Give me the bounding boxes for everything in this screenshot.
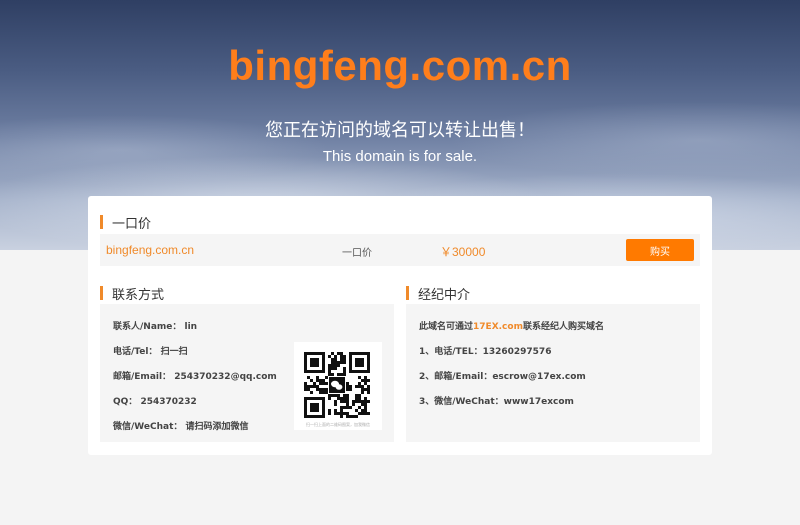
broker-intro-pre: 此域名可通过 <box>419 322 474 332</box>
heading-accent-bar <box>100 286 103 300</box>
sale-card: 一口价 bingfeng.com.cn 一口价 ￥30000 购买 联系方式 经… <box>88 196 712 455</box>
contact-name-line: 联系人/Name： lin <box>113 319 197 332</box>
sale-notice-cn: 您正在访问的域名可以转让出售！ <box>265 120 535 141</box>
contact-tel-label: 电话/Tel： <box>113 347 158 357</box>
qr-caption: 扫一扫上面的二维码图案，加我微信 <box>306 422 370 427</box>
contact-panel: 联系人/Name： lin 电话/Tel： 扫一扫 邮箱/Email： 2543… <box>100 304 394 442</box>
broker-tel-line: 1、电话/TEL：13260297576 <box>419 347 552 357</box>
sale-notice-en: This domain is for sale. <box>322 148 478 165</box>
contact-wechat-line: 微信/WeChat： 请扫码添加微信 <box>113 419 249 432</box>
contact-qq-line: QQ： 254370232 <box>113 394 197 407</box>
contact-name-label: 联系人/Name： <box>113 322 182 332</box>
broker-email-line: 2、邮箱/Email：escrow@17ex.com <box>419 372 586 382</box>
domain-title: bingfeng.com.cn <box>228 42 572 89</box>
broker-intro-line: 此域名可通过17EX.com联系经纪人购买域名 <box>419 319 604 332</box>
contact-email-label: 邮箱/Email： <box>113 372 172 382</box>
contact-name-value: lin <box>184 322 198 332</box>
contact-heading-label: 联系方式 <box>112 287 165 303</box>
contact-wechat-label: 微信/WeChat： <box>113 422 183 432</box>
contact-section-heading: 联系方式 <box>100 285 165 303</box>
price-row: bingfeng.com.cn 一口价 ￥30000 购买 <box>100 234 700 266</box>
contact-email-value[interactable]: 254370232@qq.com <box>174 372 277 382</box>
contact-wechat-value: 请扫码添加微信 <box>185 422 249 432</box>
buy-button[interactable]: 购买 <box>626 239 694 261</box>
broker-link[interactable]: 17EX.com <box>473 322 523 332</box>
price-heading-label: 一口价 <box>112 216 152 232</box>
heading-accent-bar <box>406 286 409 300</box>
contact-tel-value: 扫一扫 <box>160 347 188 357</box>
qr-code-icon <box>304 352 370 418</box>
broker-wechat-line: 3、微信/WeChat：www17excom <box>419 397 574 407</box>
contact-qq-value: 254370232 <box>140 397 197 407</box>
wechat-qr-code: 扫一扫上面的二维码图案，加我微信 <box>294 342 382 430</box>
contact-qq-label: QQ： <box>113 397 138 407</box>
contact-tel-line: 电话/Tel： 扫一扫 <box>113 344 188 357</box>
broker-heading-label: 经纪中介 <box>418 287 471 303</box>
contact-email-line: 邮箱/Email： 254370232@qq.com <box>113 369 277 382</box>
price-domain: bingfeng.com.cn <box>106 243 195 257</box>
heading-accent-bar <box>100 215 103 229</box>
broker-section-heading: 经纪中介 <box>406 285 471 303</box>
price-value: ￥30000 <box>440 245 486 259</box>
broker-panel: 此域名可通过17EX.com联系经纪人购买域名 1、电话/TEL：1326029… <box>406 304 700 442</box>
broker-intro-post: 联系经纪人购买域名 <box>522 322 604 332</box>
price-type: 一口价 <box>342 248 372 259</box>
price-section-heading: 一口价 <box>100 214 152 232</box>
